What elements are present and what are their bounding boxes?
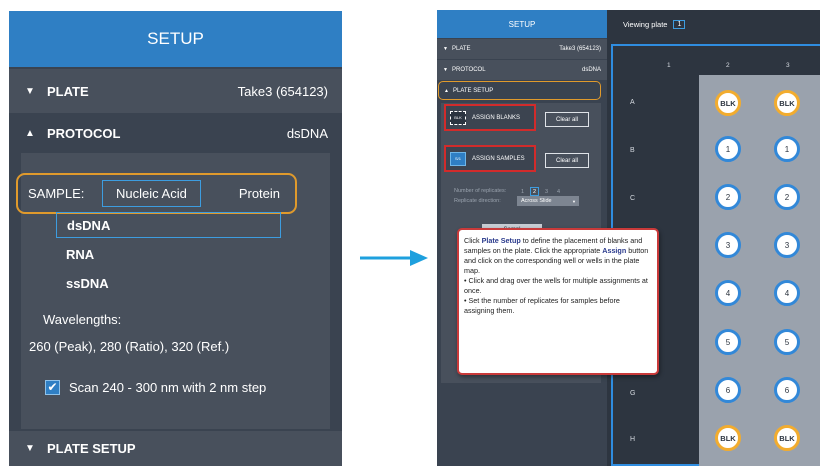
scan-option[interactable]: ✔ Scan 240 - 300 nm with 2 nm step: [45, 380, 266, 395]
setup-header: SETUP: [9, 11, 342, 67]
nucleic-type-ssdna[interactable]: ssDNA: [56, 270, 281, 296]
wavelengths-label: Wavelengths:: [43, 312, 122, 327]
well-blank[interactable]: BLK: [774, 90, 800, 116]
column-header: 3: [786, 62, 790, 69]
replicates-selector: 1 2 3 4: [518, 187, 566, 196]
expand-up-icon: ▲: [444, 87, 449, 94]
well-sample[interactable]: 4: [774, 280, 800, 306]
well-sample[interactable]: 6: [715, 377, 741, 403]
well-sample[interactable]: 5: [774, 329, 800, 355]
sidebar-protocol-label: PROTOCOL: [452, 67, 486, 73]
tooltip-bullet: • Click and drag over the wells for mult…: [464, 276, 648, 295]
viewing-plate-bar: Viewing plate 1: [607, 10, 820, 38]
sidebar-plate-setup-row[interactable]: ▲ PLATE SETUP: [438, 81, 601, 100]
expand-up-icon: ▲: [25, 127, 35, 139]
sample-option-protein[interactable]: Protein: [239, 186, 280, 201]
replicate-option[interactable]: 3: [542, 187, 551, 196]
chevron-down-icon: ▼: [572, 198, 576, 204]
sidebar-protocol-row[interactable]: ▼ PROTOCOL dsDNA: [437, 60, 607, 80]
scan-label: Scan 240 - 300 nm with 2 nm step: [69, 380, 267, 395]
viewing-plate-number[interactable]: 1: [673, 19, 686, 29]
sample-well-icon: S/1: [450, 151, 466, 166]
viewing-plate-label: Viewing plate: [623, 19, 668, 29]
replicate-option[interactable]: 1: [518, 187, 527, 196]
protocol-label: PROTOCOL: [47, 125, 121, 141]
plate-section-header[interactable]: ▼ PLATE Take3 (654123): [9, 69, 342, 113]
well-sample[interactable]: 3: [774, 232, 800, 258]
column-header: 1: [667, 62, 671, 69]
plate-value: Take3 (654123): [237, 83, 328, 99]
well-sample[interactable]: 2: [774, 184, 800, 210]
sample-type-selector: SAMPLE: Nucleic Acid Protein: [16, 173, 297, 214]
well-sample[interactable]: 1: [774, 136, 800, 162]
replicate-option-selected[interactable]: 2: [530, 187, 539, 196]
nucleic-type-dsdna[interactable]: dsDNA: [56, 212, 281, 238]
plate-label: PLATE: [47, 83, 89, 99]
clear-samples-button[interactable]: Clear all: [545, 153, 589, 168]
collapse-down-icon: ▼: [25, 85, 35, 97]
clear-blanks-button[interactable]: Clear all: [545, 112, 589, 127]
wavelengths-value: 260 (Peak), 280 (Ratio), 320 (Ref.): [29, 339, 230, 354]
well-sample[interactable]: 4: [715, 280, 741, 306]
well-sample[interactable]: 6: [774, 377, 800, 403]
sidebar-plate-setup-label: PLATE SETUP: [453, 87, 494, 94]
plate-setup-label: PLATE SETUP: [47, 441, 136, 456]
scan-checkbox[interactable]: ✔: [45, 380, 60, 395]
tooltip-instructions: Click Plate Setup to define the placemen…: [464, 236, 649, 275]
well-blank[interactable]: BLK: [774, 425, 800, 451]
assign-blanks-label: ASSIGN BLANKS: [472, 114, 521, 121]
sample-option-nucleic-acid[interactable]: Nucleic Acid: [102, 180, 201, 207]
well-sample[interactable]: 2: [715, 184, 741, 210]
zoomed-setup-panel: SETUP ▼ PLATE Take3 (654123) ▲ PROTOCOL …: [9, 11, 342, 466]
direction-value: Across Slide: [521, 198, 552, 204]
sidebar-header: SETUP: [437, 10, 607, 38]
plate-setup-tooltip: Click Plate Setup to define the placemen…: [457, 228, 659, 375]
direction-select[interactable]: Across Slide ▼: [517, 196, 579, 206]
protocol-section-header[interactable]: ▲ PROTOCOL dsDNA: [9, 113, 342, 153]
well-blank[interactable]: BLK: [715, 90, 741, 116]
sidebar-protocol-value: dsDNA: [581, 67, 601, 73]
replicate-option[interactable]: 4: [554, 187, 563, 196]
replicates-label: Number of replicates:: [454, 188, 507, 194]
assign-samples-label: ASSIGN SAMPLES: [472, 155, 525, 162]
direction-label: Replicate direction:: [454, 198, 501, 204]
blank-well-icon: BLK: [450, 110, 466, 125]
sample-label: SAMPLE:: [28, 186, 85, 201]
collapse-down-icon: ▼: [25, 443, 35, 454]
plate-assigned-columns: [699, 75, 820, 466]
well-sample[interactable]: 3: [715, 232, 741, 258]
transition-arrow-icon: [360, 250, 428, 266]
collapse-down-icon: ▼: [443, 67, 448, 73]
column-header: 2: [726, 62, 730, 69]
row-header: H: [630, 436, 636, 443]
sidebar-plate-value: Take3 (654123): [559, 46, 601, 52]
row-header: B: [630, 147, 635, 154]
well-sample[interactable]: 1: [715, 136, 741, 162]
nucleic-type-rna[interactable]: RNA: [56, 241, 281, 267]
plate-setup-section-header[interactable]: ▼ PLATE SETUP: [9, 431, 342, 466]
protocol-value: dsDNA: [286, 125, 328, 141]
row-header: C: [630, 195, 636, 202]
assign-blanks-button[interactable]: BLK ASSIGN BLANKS: [444, 104, 536, 131]
collapse-down-icon: ▼: [443, 46, 448, 52]
assign-samples-button[interactable]: S/1 ASSIGN SAMPLES: [444, 145, 536, 172]
tooltip-bullet: • Set the number of replicates for sampl…: [464, 296, 620, 315]
row-header: A: [630, 99, 635, 106]
sidebar-plate-label: PLATE: [452, 46, 471, 52]
row-header: G: [630, 390, 636, 397]
well-sample[interactable]: 5: [715, 329, 741, 355]
sidebar-plate-row[interactable]: ▼ PLATE Take3 (654123): [437, 39, 607, 59]
well-blank[interactable]: BLK: [715, 425, 741, 451]
